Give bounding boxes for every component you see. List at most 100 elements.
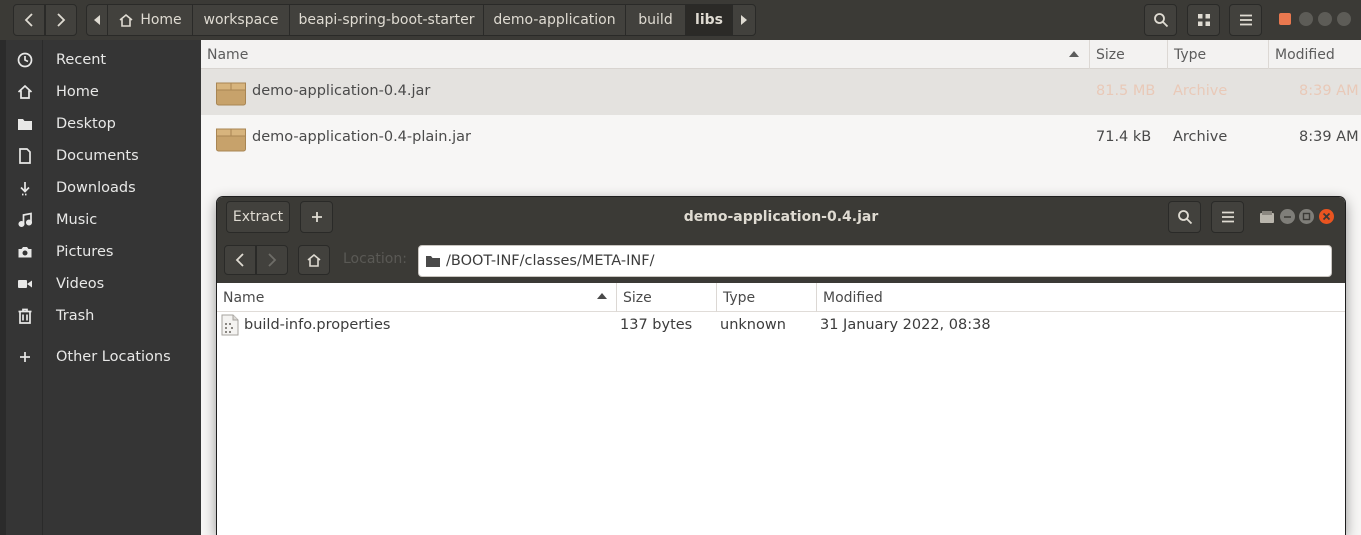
column-header-label: Name bbox=[223, 289, 265, 306]
sidebar-item-trash[interactable]: Trash bbox=[6, 300, 201, 332]
location-value: /BOOT-INF/classes/META-INF/ bbox=[446, 253, 655, 269]
sidebar-item-label: Videos bbox=[56, 276, 105, 292]
plus-icon bbox=[16, 348, 34, 366]
folder-icon bbox=[426, 256, 440, 267]
file-modified: 31 January 2022, 08:38 bbox=[820, 317, 991, 333]
archive-package-icon bbox=[216, 82, 246, 106]
file-list-header: Name Size Type Modified bbox=[201, 40, 1361, 69]
column-header-type[interactable]: Type bbox=[1167, 40, 1268, 69]
plus-icon bbox=[311, 212, 322, 222]
breadcrumb-demo-application[interactable]: demo-application bbox=[483, 5, 625, 35]
add-files-button[interactable] bbox=[300, 201, 333, 233]
file-modified: 8:39 AM bbox=[1299, 129, 1359, 145]
archive-manager-window: Extract demo-application-0.4.jar Locatio… bbox=[217, 197, 1345, 535]
back-button[interactable] bbox=[224, 245, 256, 275]
sort-ascending-icon bbox=[1069, 51, 1079, 57]
breadcrumb-libs[interactable]: libs bbox=[685, 5, 732, 35]
column-header-label: Modified bbox=[823, 289, 883, 306]
close-button[interactable] bbox=[1337, 12, 1351, 26]
minimize-button[interactable] bbox=[1299, 12, 1313, 26]
file-type: Archive bbox=[1173, 129, 1228, 145]
binary-file-icon bbox=[221, 314, 239, 336]
location-field[interactable]: /BOOT-INF/classes/META-INF/ bbox=[418, 245, 1332, 277]
column-header-modified[interactable]: Modified bbox=[816, 283, 1345, 312]
column-header-size[interactable]: Size bbox=[1089, 40, 1167, 69]
column-header-label: Size bbox=[1096, 46, 1125, 63]
close-button[interactable] bbox=[1319, 209, 1334, 224]
search-icon bbox=[1153, 13, 1168, 28]
sidebar-item-home[interactable]: Home bbox=[6, 76, 201, 108]
home-icon bbox=[307, 253, 321, 267]
breadcrumb-scroll-right[interactable] bbox=[732, 5, 755, 35]
extract-button-label: Extract bbox=[232, 209, 284, 225]
forward-button[interactable] bbox=[256, 245, 288, 275]
archive-row-build-info-properties[interactable]: build-info.properties 137 bytes unknown … bbox=[217, 312, 1345, 338]
column-header-label: Name bbox=[207, 46, 249, 63]
search-button[interactable] bbox=[1144, 4, 1177, 36]
sidebar-item-documents[interactable]: Documents bbox=[6, 140, 201, 172]
column-header-label: Modified bbox=[1275, 46, 1335, 63]
column-header-modified[interactable]: Modified bbox=[1268, 40, 1361, 69]
breadcrumb-beapi-spring-boot-starter[interactable]: beapi-spring-boot-starter bbox=[289, 5, 483, 35]
menu-button[interactable] bbox=[1211, 201, 1244, 233]
column-header-label: Type bbox=[1174, 46, 1207, 63]
column-header-type[interactable]: Type bbox=[716, 283, 816, 312]
sidebar-item-downloads[interactable]: Downloads bbox=[6, 172, 201, 204]
grid-view-icon bbox=[1197, 14, 1210, 26]
column-header-name[interactable]: Name bbox=[201, 40, 1089, 69]
app-indicator-icon bbox=[1279, 13, 1291, 25]
breadcrumb-label: build bbox=[638, 12, 673, 28]
maximize-button[interactable] bbox=[1318, 12, 1332, 26]
breadcrumb-build[interactable]: build bbox=[625, 5, 685, 35]
sidebar-item-videos[interactable]: Videos bbox=[6, 268, 201, 300]
forward-button[interactable] bbox=[45, 4, 77, 36]
file-name: demo-application-0.4-plain.jar bbox=[252, 129, 471, 145]
chevron-left-icon bbox=[235, 253, 244, 267]
home-icon bbox=[119, 13, 133, 27]
sidebar-item-label: Music bbox=[56, 212, 98, 228]
minimize-button[interactable] bbox=[1280, 209, 1295, 224]
breadcrumb-scroll-left[interactable] bbox=[87, 5, 107, 35]
maximize-button[interactable] bbox=[1299, 209, 1314, 224]
column-header-label: Size bbox=[623, 289, 652, 306]
sidebar-item-desktop[interactable]: Desktop bbox=[6, 108, 201, 140]
search-button[interactable] bbox=[1168, 201, 1201, 233]
column-header-name[interactable]: Name bbox=[217, 283, 616, 312]
sidebar-item-label: Documents bbox=[56, 148, 139, 164]
sidebar-item-recent[interactable]: Recent bbox=[6, 44, 201, 76]
sidebar-item-label: Recent bbox=[56, 52, 107, 68]
sidebar-item-music[interactable]: Music bbox=[6, 204, 201, 236]
breadcrumb-workspace[interactable]: workspace bbox=[192, 5, 289, 35]
chevron-right-icon bbox=[57, 13, 66, 27]
file-manager-headerbar: Home workspace beapi-spring-boot-starter… bbox=[0, 0, 1361, 40]
trash-icon bbox=[16, 307, 34, 325]
file-size: 71.4 kB bbox=[1096, 129, 1152, 145]
minimize-icon bbox=[1284, 216, 1291, 218]
back-button[interactable] bbox=[13, 4, 45, 36]
location-label: Location: bbox=[343, 251, 407, 267]
maximize-icon bbox=[1302, 212, 1311, 221]
breadcrumb-home[interactable]: Home bbox=[107, 5, 192, 35]
home-button[interactable] bbox=[298, 245, 330, 275]
sort-ascending-icon bbox=[597, 293, 607, 299]
home-icon bbox=[16, 83, 34, 101]
hamburger-menu-icon bbox=[1221, 211, 1234, 223]
hamburger-menu-icon bbox=[1239, 14, 1252, 26]
archive-app-icon bbox=[1260, 211, 1274, 223]
breadcrumb-label: workspace bbox=[203, 12, 279, 28]
view-toggle-button[interactable] bbox=[1187, 4, 1220, 36]
document-icon bbox=[16, 147, 34, 165]
menu-button[interactable] bbox=[1229, 4, 1262, 36]
column-header-size[interactable]: Size bbox=[616, 283, 716, 312]
file-row-demo-application-jar[interactable]: demo-application-0.4.jar 81.5 MB Archive… bbox=[201, 69, 1361, 115]
file-size: 81.5 MB bbox=[1096, 83, 1156, 99]
file-row-demo-application-plain-jar[interactable]: demo-application-0.4-plain.jar 71.4 kB A… bbox=[201, 115, 1361, 161]
chevron-right-icon bbox=[268, 253, 277, 267]
sidebar-item-pictures[interactable]: Pictures bbox=[6, 236, 201, 268]
music-icon bbox=[16, 211, 34, 229]
video-icon bbox=[16, 275, 34, 293]
folder-icon bbox=[16, 115, 34, 133]
extract-button[interactable]: Extract bbox=[226, 201, 290, 233]
places-sidebar: Recent Home Desktop Documents Downloads … bbox=[0, 40, 201, 535]
sidebar-item-other-locations[interactable]: Other Locations bbox=[6, 341, 201, 373]
